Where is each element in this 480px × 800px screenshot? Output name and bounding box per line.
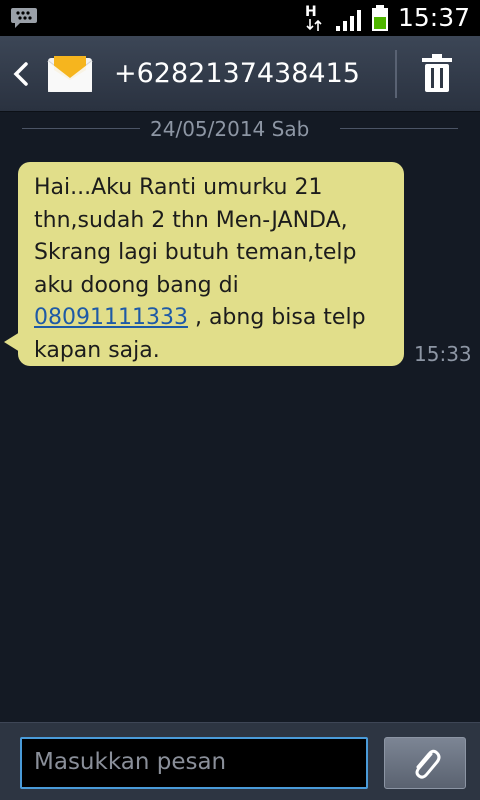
contact-number: +6282137438415 [114, 58, 360, 89]
conversation-header: +6282137438415 [0, 36, 480, 112]
message-phone-link[interactable]: 08091111333 [34, 305, 188, 330]
header-divider [395, 50, 397, 98]
attach-button[interactable] [384, 737, 466, 789]
message-timestamp: 15:33 [414, 342, 472, 366]
composer-bar: Masukkan pesan [0, 722, 480, 800]
date-separator: 24/05/2014 Sab [22, 116, 458, 141]
bbm-icon [11, 8, 37, 28]
date-separator-text: 24/05/2014 Sab [150, 117, 310, 141]
status-bar: H 15:37 [0, 0, 480, 36]
battery-icon [372, 5, 388, 31]
message-input[interactable]: Masukkan pesan [20, 737, 368, 789]
trash-icon[interactable] [418, 54, 456, 94]
back-arrow-icon[interactable] [10, 60, 32, 88]
date-separator-line-left [22, 128, 140, 129]
message-text-part: Hai...Aku Ranti umurku 21 thn,sudah 2 th… [34, 175, 357, 298]
status-clock: 15:37 [398, 3, 471, 32]
message-text: Hai...Aku Ranti umurku 21 thn,sudah 2 th… [34, 172, 394, 367]
envelope-icon[interactable] [46, 50, 94, 96]
date-separator-line-right [340, 128, 458, 129]
message-bubble[interactable]: Hai...Aku Ranti umurku 21 thn,sudah 2 th… [18, 162, 404, 366]
paperclip-icon [415, 749, 441, 779]
network-type-icon: H [304, 4, 326, 32]
signal-icon [336, 10, 361, 31]
